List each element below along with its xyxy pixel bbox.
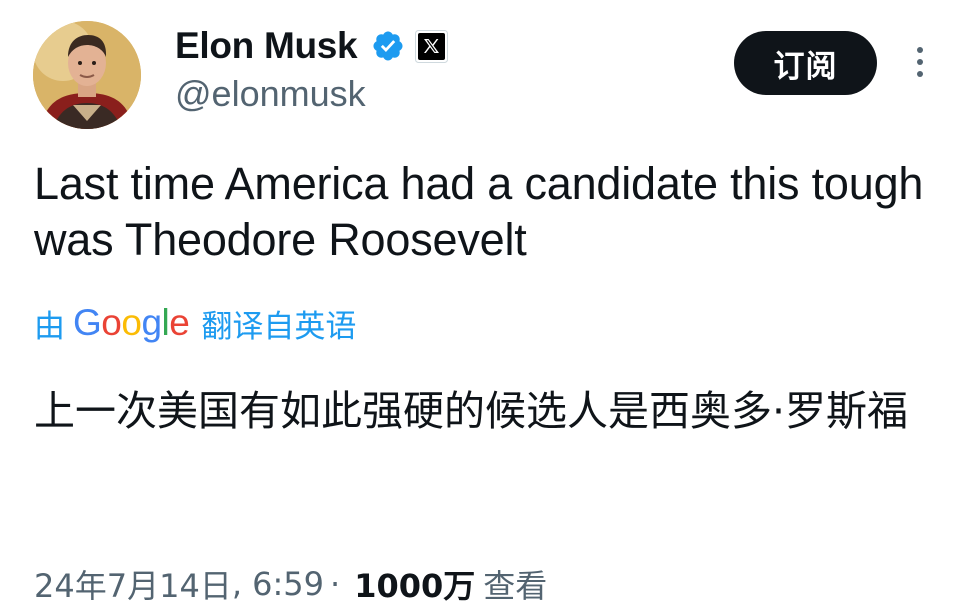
tweet-text: Last time America had a candidate this t…: [34, 158, 924, 265]
translation-suffix: 翻译自英语: [201, 308, 357, 345]
verified-badge-icon[interactable]: [371, 29, 405, 63]
tweet-time[interactable]: 6:59: [252, 565, 324, 603]
author-handle[interactable]: @elonmusk: [175, 73, 366, 115]
meta-separator: ·: [330, 565, 341, 603]
translated-text: 上一次美国有如此强硬的候选人是西奥多·罗斯福: [34, 387, 909, 435]
views-count: 1000万: [354, 567, 476, 605]
subscribe-button[interactable]: 订阅: [734, 31, 877, 95]
tweet-date[interactable]: 24年7月14日: [34, 561, 232, 607]
tweet-card: Elon Musk @elonmusk 订阅 Last time America…: [0, 0, 960, 605]
tweet-meta: 24年7月14日 , 6:59 · 1000万 查看: [34, 560, 547, 608]
more-vertical-icon[interactable]: [908, 44, 932, 80]
author-name-row: Elon Musk: [175, 22, 449, 70]
translation-attribution[interactable]: 由 Google 翻译自英语: [34, 300, 356, 346]
translation-prefix: 由: [34, 308, 65, 345]
views-label: 查看: [483, 567, 548, 605]
x-logo-icon[interactable]: [415, 29, 449, 63]
author-display-name[interactable]: Elon Musk: [175, 25, 358, 67]
avatar[interactable]: [33, 21, 141, 129]
google-logo: Google: [73, 302, 190, 343]
